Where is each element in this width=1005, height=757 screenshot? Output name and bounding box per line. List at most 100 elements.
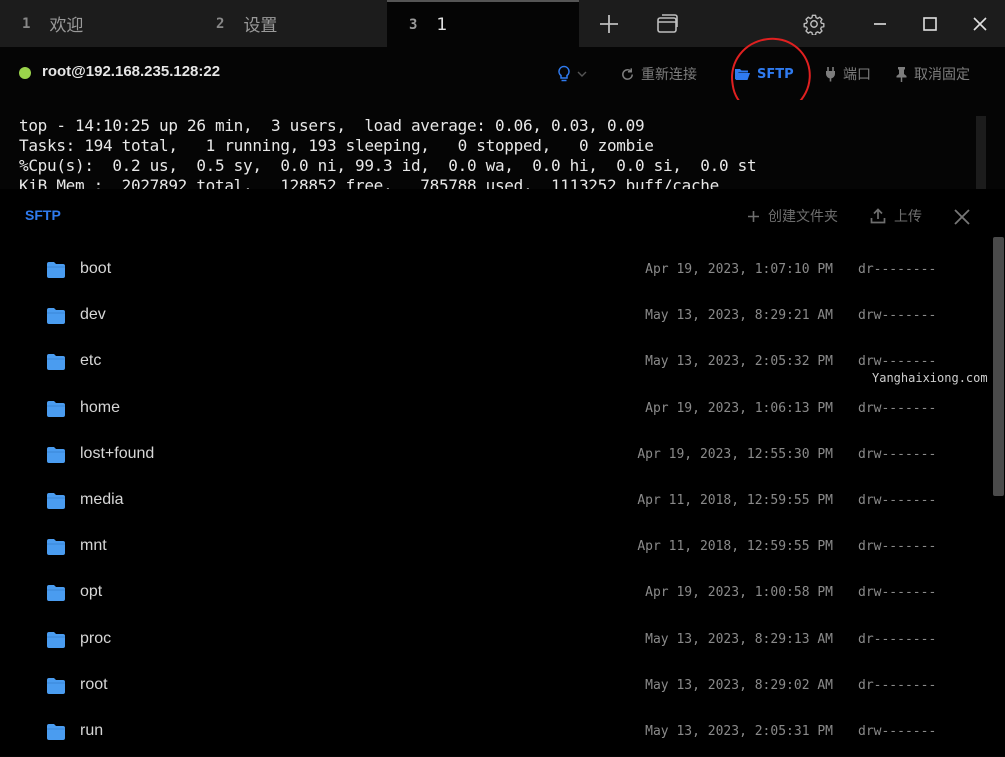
sftp-panel: SFTP 创建文件夹 上传 boot Apr 19, 2023, 1:07:10 … [0, 189, 1005, 756]
connection-host: root@192.168.235.128:22 [42, 63, 221, 80]
file-name: dev [80, 306, 106, 324]
reconnect-label: 重新连接 [641, 67, 697, 83]
tab-label: 欢迎 [49, 16, 84, 36]
file-modified-date: May 13, 2023, 2:05:32 PM [645, 354, 833, 370]
file-row[interactable]: etc May 13, 2023, 2:05:32 PM drw------- [0, 341, 990, 387]
plus-icon [748, 210, 759, 222]
terminal-scrollbar[interactable] [976, 116, 986, 189]
file-permissions: drw------- [858, 446, 937, 462]
file-row[interactable]: dev May 13, 2023, 8:29:21 AM drw------- [0, 295, 990, 341]
tab-label: 设置 [243, 16, 278, 36]
hint-dropdown[interactable] [556, 63, 588, 85]
file-modified-date: Apr 11, 2018, 12:59:55 PM [637, 539, 833, 555]
folder-icon [47, 400, 65, 417]
folder-icon [47, 446, 65, 463]
file-row[interactable]: proc May 13, 2023, 8:29:13 AM dr-------- [0, 619, 990, 665]
file-modified-date: Apr 19, 2023, 1:07:10 PM [645, 262, 833, 277]
close-sftp-icon[interactable] [951, 206, 973, 228]
gear-icon[interactable] [792, 0, 836, 47]
file-row[interactable]: opt Apr 19, 2023, 1:00:58 PM drw------- [0, 572, 990, 618]
file-modified-date: May 13, 2023, 8:29:13 AM [645, 631, 833, 647]
new-folder-label: 创建文件夹 [768, 209, 838, 225]
file-name: mnt [80, 537, 107, 555]
folder-icon [47, 493, 65, 509]
chevron-down-icon [577, 71, 587, 77]
maximize-icon[interactable] [908, 0, 952, 47]
port-button[interactable]: 端口 [824, 63, 871, 85]
file-permissions: drw------- [858, 539, 937, 555]
folder-icon [47, 539, 65, 556]
file-modified-date: Apr 19, 2023, 12:55:30 PM [637, 446, 833, 462]
file-permissions: drw------- [858, 400, 937, 416]
folder-icon [47, 585, 65, 602]
terminal-line: %Cpu(s): 0.2 us, 0.5 sy, 0.0 ni, 99.3 id… [19, 156, 757, 175]
watermark: Yanghaixiong.com [872, 371, 988, 385]
file-row[interactable]: run May 13, 2023, 2:05:31 PM drw------- [0, 711, 990, 757]
file-list-scrollbar[interactable] [993, 237, 1004, 496]
file-permissions: dr-------- [858, 631, 937, 647]
file-name: opt [80, 583, 103, 601]
port-label: 端口 [843, 67, 871, 83]
tab-number: 2 [216, 15, 225, 32]
tab-number: 1 [22, 15, 31, 32]
folder-icon [47, 677, 65, 694]
new-folder-button[interactable]: 创建文件夹 [747, 205, 838, 227]
upload-icon [870, 208, 886, 224]
connection-status-dot [19, 67, 31, 79]
refresh-icon [622, 67, 633, 80]
file-name: proc [80, 629, 112, 647]
unpin-button[interactable]: 取消固定 [895, 63, 970, 85]
tab-label: 1 [436, 14, 448, 35]
plus-icon[interactable] [587, 0, 631, 47]
file-row[interactable]: boot Apr 19, 2023, 1:07:10 PM dr-------- [0, 249, 990, 295]
close-icon[interactable] [958, 0, 1002, 47]
terminal-line: Tasks: 194 total, 1 running, 193 sleepin… [19, 136, 654, 155]
folder-icon [47, 354, 65, 371]
terminal-line: top - 14:10:25 up 26 min, 3 users, load … [19, 116, 645, 135]
file-name: media [80, 491, 124, 508]
file-row[interactable]: root May 13, 2023, 8:29:02 AM dr-------- [0, 665, 990, 711]
window-stack-icon[interactable] [645, 0, 689, 47]
sftp-title: SFTP [25, 207, 61, 223]
file-modified-date: May 13, 2023, 2:05:31 PM [645, 724, 833, 739]
file-name: run [80, 722, 104, 739]
lightbulb-icon [558, 65, 570, 82]
file-row[interactable]: home Apr 19, 2023, 1:06:13 PM drw------- [0, 388, 990, 434]
file-row[interactable]: media Apr 11, 2018, 12:59:55 PM drw------- [0, 480, 990, 526]
tab-settings[interactable]: 2 设置 [194, 0, 387, 47]
file-name: etc [80, 352, 102, 370]
file-modified-date: Apr 11, 2018, 12:59:55 PM [637, 493, 833, 508]
unpin-label: 取消固定 [914, 67, 970, 83]
file-modified-date: Apr 19, 2023, 1:06:13 PM [645, 400, 833, 416]
tab-welcome[interactable]: 1 欢迎 [0, 0, 194, 47]
upload-button[interactable]: 上传 [870, 205, 922, 227]
pin-icon [896, 67, 907, 82]
folder-icon [47, 631, 65, 648]
file-row[interactable]: mnt Apr 11, 2018, 12:59:55 PM drw------- [0, 526, 990, 572]
tab-number: 3 [409, 16, 418, 33]
file-permissions: drw------- [858, 724, 937, 739]
file-modified-date: Apr 19, 2023, 1:00:58 PM [645, 585, 833, 601]
plug-icon [826, 67, 835, 82]
file-permissions: drw------- [858, 308, 937, 324]
terminal-output[interactable]: top - 14:10:25 up 26 min, 3 users, load … [0, 100, 1005, 189]
minimize-icon[interactable] [858, 0, 902, 47]
tab-session[interactable]: 3 1 [387, 0, 579, 47]
file-permissions: drw------- [858, 585, 937, 601]
reconnect-button[interactable]: 重新连接 [620, 63, 697, 85]
file-name: root [80, 675, 108, 693]
file-name: home [80, 398, 121, 416]
file-permissions: drw------- [858, 493, 937, 508]
file-permissions: drw------- [858, 354, 937, 370]
file-permissions: dr-------- [858, 262, 937, 277]
file-permissions: dr-------- [858, 677, 937, 693]
connection-bar: root@192.168.235.128:22 重新连接 SFTP 端口 取消固… [0, 47, 1005, 100]
terminal-line: KiB Mem : 2027892 total, 128852 free, 78… [19, 176, 719, 189]
file-modified-date: May 13, 2023, 8:29:02 AM [645, 677, 833, 693]
upload-label: 上传 [894, 209, 922, 225]
tab-bar: 1 欢迎 2 设置 3 1 [0, 0, 1005, 47]
file-name: lost+found [80, 444, 155, 462]
file-modified-date: May 13, 2023, 8:29:21 AM [645, 308, 833, 324]
file-row[interactable]: lost+found Apr 19, 2023, 12:55:30 PM drw--… [0, 434, 990, 480]
folder-icon [47, 724, 65, 740]
